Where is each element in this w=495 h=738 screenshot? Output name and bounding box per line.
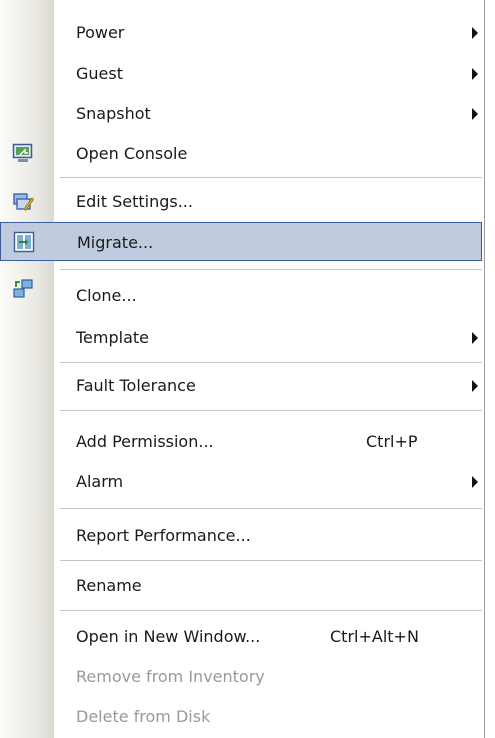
menu-item-template[interactable]: Template	[0, 318, 482, 357]
menu-item-delete-from-disk: Delete from Disk	[0, 697, 482, 736]
menu-item-rename[interactable]: Rename	[0, 566, 482, 605]
menu-separator	[60, 362, 482, 363]
submenu-arrow-icon	[472, 68, 478, 80]
menu-item-fault-tolerance[interactable]: Fault Tolerance	[0, 366, 482, 405]
menu-item-label: Guest	[76, 64, 123, 83]
edit-settings-icon	[13, 193, 34, 212]
menu-separator	[60, 177, 482, 178]
menu-item-alarm[interactable]: Alarm	[0, 462, 482, 501]
menu-separator	[60, 269, 482, 270]
submenu-arrow-icon	[472, 380, 478, 392]
migrate-icon	[13, 231, 35, 253]
menu-item-guest[interactable]: Guest	[0, 54, 482, 93]
menu-separator	[60, 508, 482, 509]
menu-item-open-console[interactable]: Open Console	[0, 134, 482, 173]
vm-context-menu: Power Guest Snapshot Open Console Edit S…	[0, 0, 485, 738]
menu-item-label: Power	[76, 23, 125, 42]
menu-item-label: Alarm	[76, 472, 124, 491]
menu-item-clone[interactable]: Clone...	[0, 276, 482, 315]
menu-item-power[interactable]: Power	[0, 13, 482, 52]
submenu-arrow-icon	[472, 27, 478, 39]
menu-item-label: Snapshot	[76, 104, 151, 123]
menu-separator	[60, 610, 482, 611]
menu-separator	[60, 560, 482, 561]
menu-item-edit-settings[interactable]: Edit Settings...	[0, 182, 482, 221]
menu-item-shortcut: Ctrl+Alt+N	[330, 627, 419, 646]
menu-item-label: Template	[76, 328, 150, 347]
submenu-arrow-icon	[472, 108, 478, 120]
menu-separator	[60, 410, 482, 411]
submenu-arrow-icon	[472, 332, 478, 344]
clone-icon	[13, 279, 33, 298]
menu-item-label: Open Console	[76, 144, 188, 163]
menu-item-label: Delete from Disk	[76, 707, 211, 726]
menu-item-add-permission[interactable]: Add Permission... Ctrl+P	[0, 422, 482, 461]
menu-item-label: Open in New Window...	[76, 627, 261, 646]
menu-item-shortcut: Ctrl+P	[366, 432, 418, 451]
menu-item-open-in-new-window[interactable]: Open in New Window... Ctrl+Alt+N	[0, 617, 482, 656]
menu-item-label: Remove from Inventory	[76, 667, 265, 686]
console-icon	[12, 143, 33, 162]
menu-item-label: Migrate...	[77, 233, 154, 252]
menu-item-remove-from-inventory: Remove from Inventory	[0, 657, 482, 696]
submenu-arrow-icon	[472, 476, 478, 488]
menu-item-migrate[interactable]: Migrate...	[0, 222, 482, 261]
menu-item-label: Add Permission...	[76, 432, 214, 451]
menu-item-label: Clone...	[76, 286, 137, 305]
menu-item-label: Rename	[76, 576, 142, 595]
menu-item-label: Fault Tolerance	[76, 376, 196, 395]
menu-item-label: Edit Settings...	[76, 192, 193, 211]
menu-item-report-performance[interactable]: Report Performance...	[0, 516, 482, 555]
menu-item-snapshot[interactable]: Snapshot	[0, 94, 482, 133]
menu-item-label: Report Performance...	[76, 526, 251, 545]
